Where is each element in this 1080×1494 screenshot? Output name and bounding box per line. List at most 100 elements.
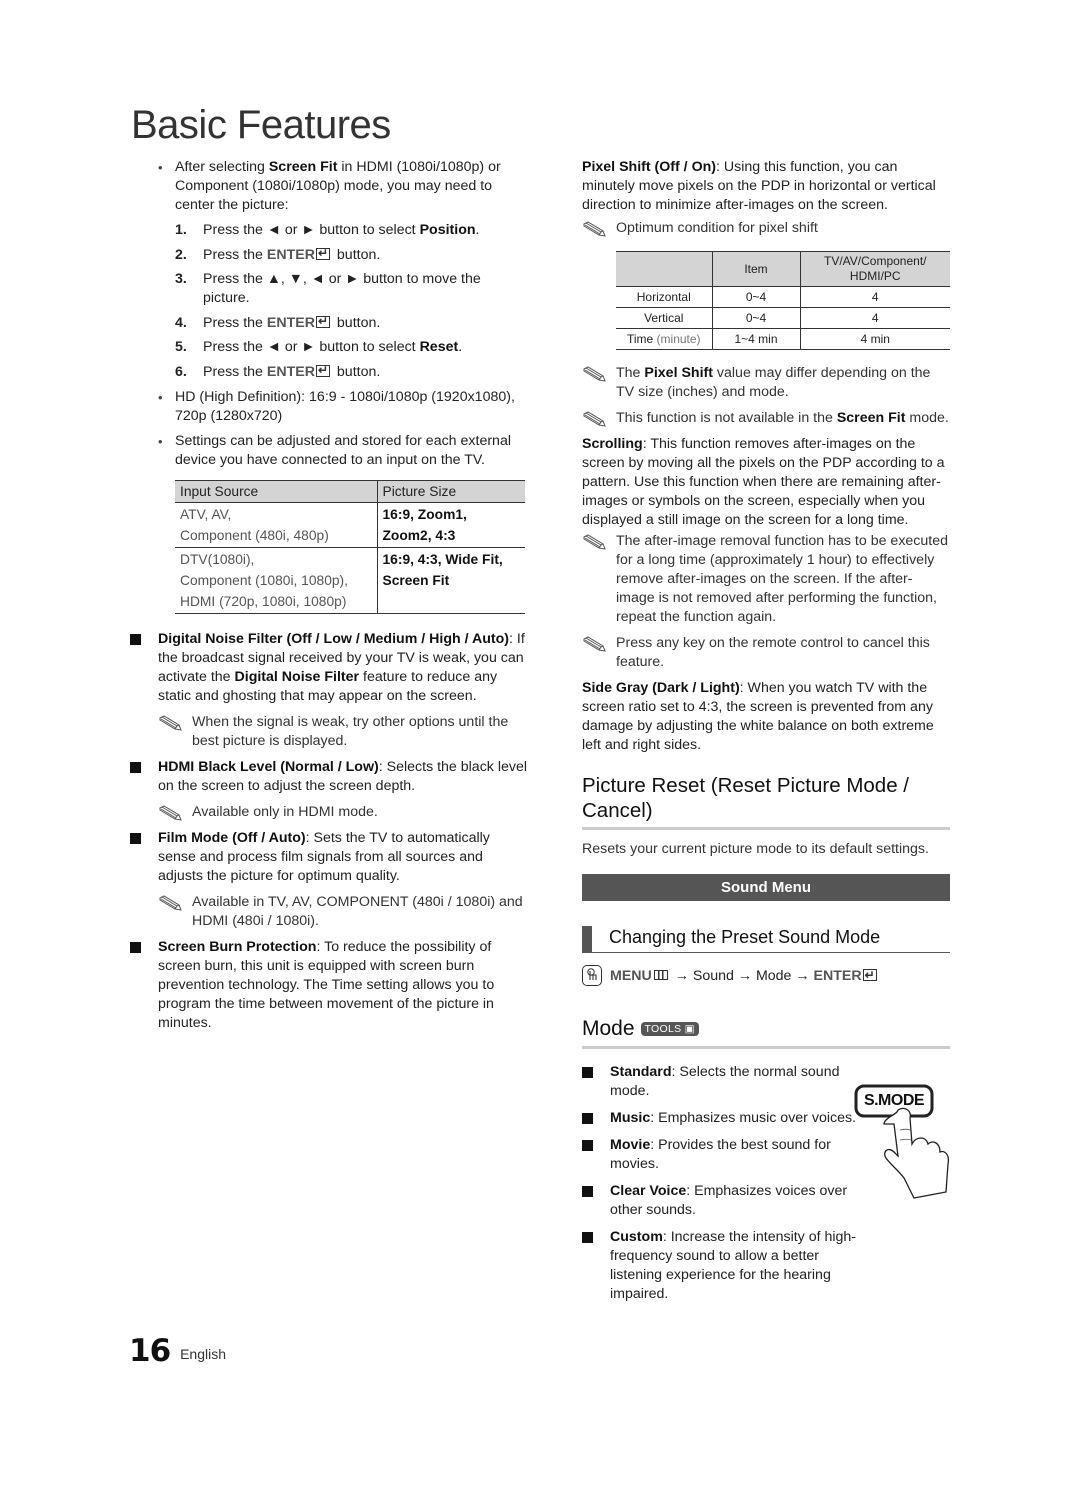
bold-term: HDMI Black Level (Normal / Low)	[158, 758, 379, 775]
table-cell: 4	[799, 286, 950, 308]
square-bullet-icon	[130, 941, 141, 953]
note-text: Available only in HDMI mode.	[192, 803, 378, 820]
table-row: Time (minute) 1~4 min 4 min	[616, 328, 950, 350]
cell-line: DTV(1080i),	[180, 551, 255, 567]
table-row: Horizontal 0~4 4	[616, 286, 950, 308]
tools-badge: TOOLS ▣	[640, 1022, 699, 1036]
square-bullet-icon	[582, 1067, 593, 1078]
item-film-mode: Film Mode (Off / Auto): Sets the TV to a…	[130, 829, 530, 886]
bold-term: Scrolling	[582, 436, 643, 452]
cell-line: 16:9, 4:3, Wide Fit,	[382, 551, 503, 567]
note: This function is not available in the Sc…	[582, 409, 950, 428]
text: After selecting	[175, 159, 269, 175]
text: The	[616, 365, 645, 381]
item-screen-burn-protection: Screen Burn Protection: To reduce the po…	[130, 938, 530, 1033]
cell-line: Component (1080i, 1080p),	[180, 572, 348, 588]
list-item: Movie: Provides the best sound for movie…	[582, 1136, 870, 1174]
row-label-unit: (minute)	[656, 332, 701, 346]
cell-line: Screen Fit	[382, 572, 450, 588]
bold-term: Digital Noise Filter (Off / Low / Medium…	[158, 630, 509, 647]
scrolling-paragraph: Scrolling: This function removes after-i…	[582, 435, 950, 530]
square-bullet-icon	[582, 1140, 593, 1151]
enter-icon	[315, 244, 330, 263]
bold-term: Side Gray (Dark / Light)	[582, 680, 740, 696]
pencil-note-icon	[582, 366, 606, 382]
step-number: 3.	[175, 271, 187, 287]
table-cell: 0~4	[711, 286, 800, 308]
pixel-shift-paragraph: Pixel Shift (Off / On): Using this funct…	[582, 158, 950, 215]
left-column: After selecting Screen Fit in HDMI (1080…	[130, 158, 530, 1040]
heading-marker	[582, 926, 592, 952]
pixel-shift-table: Item TV/AV/Component/ HDMI/PC Horizontal…	[616, 251, 950, 350]
note: The after-image removal function has to …	[582, 532, 950, 627]
cell-line: ATV, AV,	[180, 506, 232, 522]
table-cell: 4 min	[799, 328, 950, 350]
note-text: Available in TV, AV, COMPONENT (480i / 1…	[192, 893, 523, 929]
row-label-text: Time	[626, 332, 654, 346]
mode-heading: Mode TOOLS ▣	[582, 1016, 950, 1049]
pencil-note-icon	[582, 636, 606, 652]
cell-line: HDMI (720p, 1080i, 1080p)	[180, 593, 347, 609]
column-header	[616, 251, 712, 287]
smode-button-illustration: S.MODE	[854, 1082, 954, 1202]
text: This function is not available in the	[616, 410, 837, 426]
pencil-note-icon	[582, 411, 606, 427]
table-cell-source: DTV(1080i), Component (1080i, 1080p), HD…	[175, 547, 377, 614]
item-hdmi-black-level: HDMI Black Level (Normal / Low): Selects…	[130, 758, 530, 796]
step-list: 1. Press the ◄ or ► button to select Pos…	[175, 221, 530, 382]
bold-term: Position	[419, 222, 476, 238]
table-header-row: Item TV/AV/Component/ HDMI/PC	[616, 251, 950, 287]
heading-text: Mode	[582, 1017, 635, 1040]
text: .	[475, 222, 480, 238]
step-item: 2. Press the ENTER button.	[175, 244, 530, 265]
bullet-screen-fit: After selecting Screen Fit in HDMI (1080…	[158, 158, 530, 215]
note-text: Press any key on the remote control to c…	[616, 635, 930, 670]
text: : Emphasizes music over voices.	[650, 1110, 857, 1126]
enter-icon	[862, 965, 877, 985]
enter-key-label: ENTER	[266, 246, 315, 263]
tools-icon: ▣	[684, 1023, 695, 1035]
text: Press the ▲, ▼, ◄ or ► button to move th…	[203, 271, 481, 306]
preset-sound-mode-heading: Changing the Preset Sound Mode	[582, 926, 950, 953]
bold-term: Film Mode (Off / Auto)	[158, 829, 306, 846]
square-bullet-icon	[582, 1186, 593, 1197]
enter-icon	[315, 361, 330, 380]
column-header: Picture Size	[376, 479, 525, 503]
step-item: 4. Press the ENTER button.	[175, 312, 530, 333]
table-cell-source: ATV, AV, Component (480i, 480p)	[175, 502, 377, 548]
list-item: Music: Emphasizes music over voices.	[582, 1109, 870, 1128]
list-item: Custom: Increase the intensity of high-f…	[582, 1228, 870, 1304]
menu-icon	[653, 970, 668, 980]
enter-key-label: ENTER	[813, 968, 862, 984]
bold-term: Screen Burn Protection	[158, 938, 317, 955]
step-number: 5.	[175, 339, 187, 355]
table-header-row: Input Source Picture Size	[175, 479, 525, 503]
table-row: Vertical 0~4 4	[616, 307, 950, 329]
bold-term: Digital Noise Filter	[234, 668, 360, 685]
note: Press any key on the remote control to c…	[582, 634, 950, 672]
text: button.	[332, 314, 381, 331]
enter-key-label: ENTER	[266, 363, 315, 380]
bold-term: Movie	[610, 1137, 651, 1153]
text: Press the ◄ or ► button to select	[203, 339, 420, 355]
bold-term: Pixel Shift (Off / On)	[582, 159, 716, 175]
note: The Pixel Shift value may differ dependi…	[582, 364, 950, 402]
hand-press-icon	[582, 965, 602, 986]
text: .	[458, 339, 463, 355]
menu-key-label: MENU	[610, 968, 652, 984]
text: Press the	[203, 363, 267, 380]
note-text: The after-image removal function has to …	[616, 533, 949, 625]
column-header: Item	[711, 251, 800, 287]
text: Press the	[203, 246, 267, 263]
list-item: Standard: Selects the normal sound mode.	[582, 1063, 870, 1101]
table-cell: 0~4	[711, 307, 800, 329]
column-header: TV/AV/Component/ HDMI/PC	[799, 251, 950, 287]
step-item: 6. Press the ENTER button.	[175, 361, 530, 382]
step-number: 2.	[175, 246, 187, 263]
row-label: Vertical	[616, 307, 712, 329]
page-footer: 16 English	[129, 1333, 226, 1369]
text: Press the	[203, 314, 267, 331]
bullet-hd: HD (High Definition): 16:9 - 1080i/1080p…	[158, 388, 530, 426]
pencil-note-icon	[582, 221, 606, 237]
square-bullet-icon	[582, 1113, 593, 1124]
